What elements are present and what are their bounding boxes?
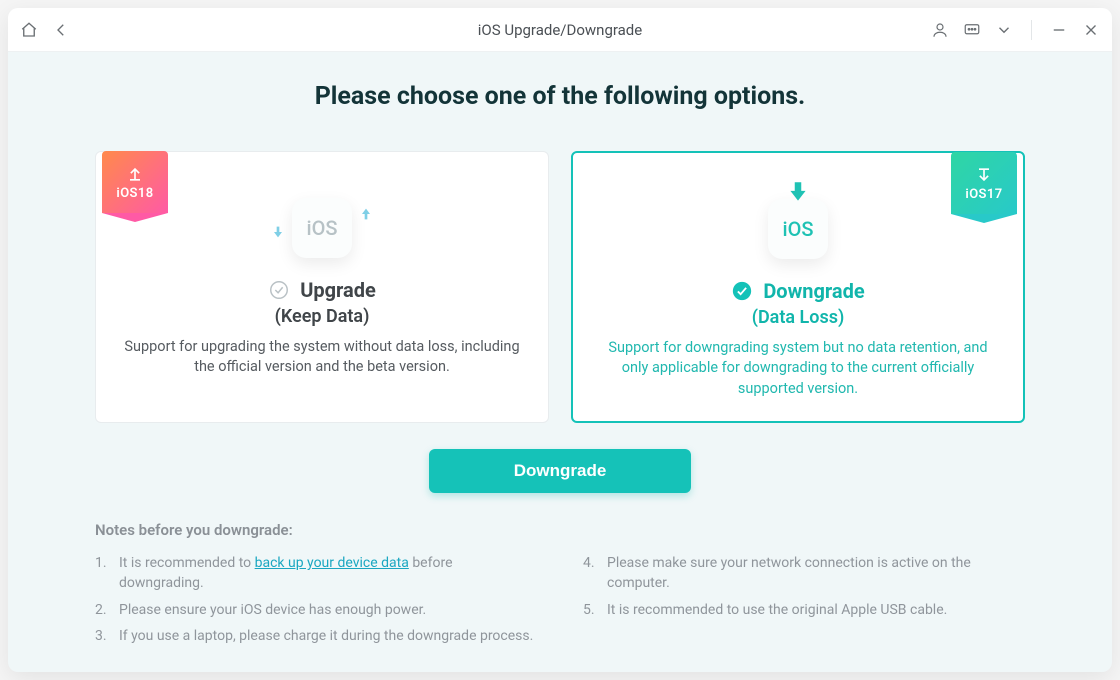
- upgrade-subtitle: (Keep Data): [275, 306, 370, 327]
- upgrade-card[interactable]: iOS18 iOS Upgrade (Keep Data) Support fo…: [95, 151, 549, 423]
- page-headline: Please choose one of the following optio…: [315, 82, 806, 111]
- note-3: 3. If you use a laptop, please charge it…: [95, 626, 537, 646]
- upgrade-title: Upgrade: [300, 278, 376, 302]
- note-4: 4. Please make sure your network connect…: [583, 553, 1025, 594]
- upgrade-title-row: Upgrade: [268, 278, 376, 302]
- account-icon[interactable]: [931, 21, 949, 39]
- options-row: iOS18 iOS Upgrade (Keep Data) Support fo…: [95, 151, 1025, 423]
- ios-tile-text: iOS: [307, 216, 338, 240]
- minimize-icon[interactable]: [1050, 21, 1068, 39]
- note-num: 4.: [583, 553, 597, 594]
- upgrade-ribbon-label: iOS18: [116, 186, 153, 201]
- downgrade-button[interactable]: Downgrade: [429, 449, 691, 493]
- notes-columns: 1. It is recommended to back up your dev…: [95, 547, 1025, 646]
- chevron-down-icon[interactable]: [995, 21, 1013, 39]
- notes-col-left: 1. It is recommended to back up your dev…: [95, 547, 537, 646]
- checked-icon: [731, 280, 753, 302]
- upgrade-illustration: iOS: [262, 188, 382, 268]
- note-text: Please make sure your network connection…: [607, 553, 1025, 594]
- note-text: If you use a laptop, please charge it du…: [119, 626, 533, 646]
- back-icon[interactable]: [52, 21, 70, 39]
- downgrade-title-row: Downgrade: [731, 279, 864, 303]
- downgrade-ribbon-label: iOS17: [965, 187, 1002, 202]
- note-1: 1. It is recommended to back up your dev…: [95, 553, 537, 594]
- downgrade-card[interactable]: iOS17 iOS Downgrade (Data Loss) Support …: [571, 151, 1025, 423]
- downgrade-ribbon: iOS17: [951, 152, 1017, 214]
- notes-title: Notes before you downgrade:: [95, 521, 1025, 539]
- note-text-part: It is recommended to: [119, 555, 255, 571]
- feedback-icon[interactable]: [963, 21, 981, 39]
- app-window: iOS Upgrade/Downgrade Please choose one …: [8, 8, 1112, 672]
- note-text: Please ensure your iOS device has enough…: [119, 600, 426, 620]
- unchecked-icon: [268, 279, 290, 301]
- upgrade-description: Support for upgrading the system without…: [96, 337, 548, 378]
- downgrade-illustration: iOS: [738, 189, 858, 269]
- note-text: It is recommended to back up your device…: [119, 553, 537, 594]
- close-icon[interactable]: [1082, 21, 1100, 39]
- ios-tile-text: iOS: [783, 217, 814, 241]
- note-5: 5. It is recommended to use the original…: [583, 600, 1025, 620]
- notes-col-right: 4. Please make sure your network connect…: [583, 547, 1025, 646]
- home-icon[interactable]: [20, 21, 38, 39]
- downgrade-title: Downgrade: [763, 279, 864, 303]
- titlebar-divider: [1031, 20, 1032, 40]
- note-2: 2. Please ensure your iOS device has eno…: [95, 600, 537, 620]
- window-title: iOS Upgrade/Downgrade: [478, 21, 642, 39]
- notes-section: Notes before you downgrade: 1. It is rec…: [95, 521, 1025, 646]
- titlebar: iOS Upgrade/Downgrade: [8, 8, 1112, 52]
- ios-tile-icon: iOS: [768, 199, 828, 259]
- note-num: 5.: [583, 600, 597, 620]
- note-num: 3.: [95, 626, 109, 646]
- titlebar-right: [931, 20, 1100, 40]
- upgrade-ribbon: iOS18: [102, 151, 168, 213]
- note-text: It is recommended to use the original Ap…: [607, 600, 947, 620]
- content: Please choose one of the following optio…: [8, 52, 1112, 672]
- note-num: 1.: [95, 553, 109, 594]
- titlebar-left: [20, 21, 70, 39]
- ios-tile-icon: iOS: [292, 198, 352, 258]
- note-num: 2.: [95, 600, 109, 620]
- downgrade-subtitle: (Data Loss): [752, 307, 845, 328]
- downgrade-description: Support for downgrading system but no da…: [573, 338, 1023, 399]
- backup-link[interactable]: back up your device data: [255, 555, 409, 571]
